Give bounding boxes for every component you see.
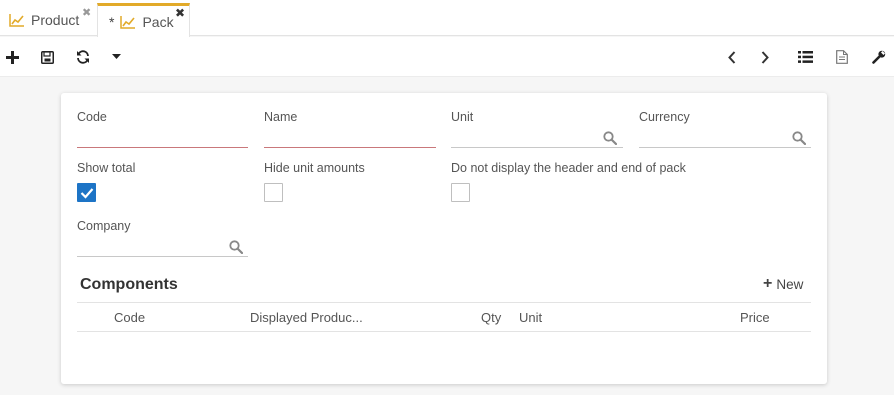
tab-product[interactable]: Product ✖ xyxy=(9,4,91,36)
company-field-group: Company xyxy=(77,219,248,259)
settings-button[interactable] xyxy=(869,47,889,67)
plus-icon xyxy=(5,50,19,64)
unit-label: Unit xyxy=(451,110,474,124)
components-grid-header: Code Displayed Produc... Qty Unit Price xyxy=(77,302,811,332)
currency-underline xyxy=(639,147,811,148)
wrench-icon xyxy=(872,50,886,64)
save-icon xyxy=(40,50,54,64)
list-view-button[interactable] xyxy=(795,47,815,67)
tab-pack-label: Pack xyxy=(142,13,174,30)
document-button[interactable] xyxy=(832,47,852,67)
name-label: Name xyxy=(264,110,298,124)
tab-product-label: Product xyxy=(31,12,80,28)
chart-line-icon xyxy=(120,15,136,29)
show-total-checkbox[interactable] xyxy=(77,183,96,202)
toolbar xyxy=(0,37,894,77)
column-header-unit[interactable]: Unit xyxy=(519,310,542,325)
company-label: Company xyxy=(77,219,131,233)
refresh-icon xyxy=(77,50,89,64)
show-total-field-group: Show total xyxy=(77,161,248,206)
unsaved-indicator: * xyxy=(109,13,115,30)
chevron-left-icon xyxy=(728,50,736,64)
column-header-displayed-product[interactable]: Displayed Produc... xyxy=(250,310,363,325)
unit-search-icon[interactable] xyxy=(603,131,617,145)
company-input[interactable] xyxy=(77,234,227,256)
name-underline xyxy=(264,147,436,148)
name-input[interactable] xyxy=(264,125,436,147)
components-title: Components xyxy=(80,276,178,293)
tab-pack[interactable]: * Pack ✖ xyxy=(97,3,190,37)
more-dropdown-button[interactable] xyxy=(106,47,126,67)
currency-label: Currency xyxy=(639,110,690,124)
code-underline xyxy=(77,147,248,148)
document-icon xyxy=(836,50,848,64)
hide-unit-amounts-label: Hide unit amounts xyxy=(264,161,365,175)
pack-form-card: Code Name Unit Currency Show total Hide … xyxy=(61,93,827,384)
next-button[interactable] xyxy=(755,47,775,67)
save-button[interactable] xyxy=(37,47,57,67)
previous-button[interactable] xyxy=(722,47,742,67)
name-field-group: Name xyxy=(264,110,436,150)
unit-input[interactable] xyxy=(451,125,601,147)
column-header-code[interactable]: Code xyxy=(114,310,145,325)
tab-product-close-icon[interactable]: ✖ xyxy=(82,6,91,19)
tab-pack-close-icon[interactable]: ✖ xyxy=(175,6,185,20)
new-component-button[interactable]: + New xyxy=(763,276,803,292)
currency-field-group: Currency xyxy=(639,110,811,150)
no-header-end-label: Do not display the header and end of pac… xyxy=(451,161,686,175)
tab-bar: Product ✖ * Pack ✖ xyxy=(0,0,894,37)
no-header-end-checkbox[interactable] xyxy=(451,183,470,202)
currency-input[interactable] xyxy=(639,125,789,147)
chevron-right-icon xyxy=(761,50,769,64)
chart-line-icon xyxy=(9,14,24,27)
code-input[interactable] xyxy=(77,125,248,147)
hide-unit-amounts-checkbox[interactable] xyxy=(264,183,283,202)
list-icon xyxy=(797,51,813,63)
add-button[interactable] xyxy=(2,47,22,67)
column-header-qty[interactable]: Qty xyxy=(481,310,501,325)
unit-underline xyxy=(451,147,623,148)
company-underline xyxy=(77,256,248,257)
caret-down-icon xyxy=(111,54,121,59)
unit-field-group: Unit xyxy=(451,110,623,150)
code-field-group: Code xyxy=(77,110,248,150)
no-header-end-field-group: Do not display the header and end of pac… xyxy=(451,161,751,206)
company-search-icon[interactable] xyxy=(229,240,243,254)
column-header-price[interactable]: Price xyxy=(740,310,770,325)
hide-unit-amounts-field-group: Hide unit amounts xyxy=(264,161,436,206)
currency-search-icon[interactable] xyxy=(792,131,806,145)
new-component-label: New xyxy=(776,276,804,292)
refresh-button[interactable] xyxy=(73,47,93,67)
code-label: Code xyxy=(77,110,107,124)
plus-icon: + xyxy=(763,275,773,292)
checkmark-icon xyxy=(80,188,94,199)
show-total-label: Show total xyxy=(77,161,136,175)
